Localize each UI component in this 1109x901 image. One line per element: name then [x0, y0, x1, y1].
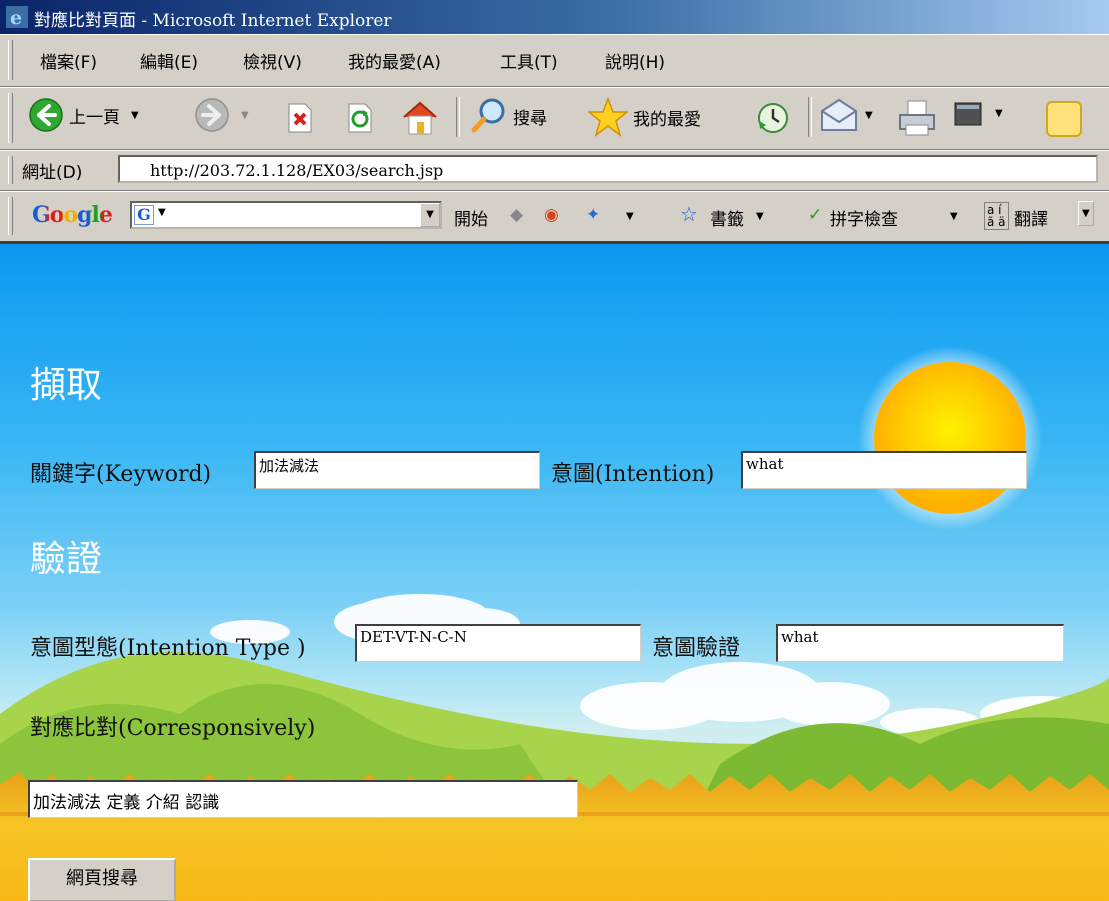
- chevron-down-icon[interactable]: ▼: [241, 110, 249, 121]
- bookmarks-button[interactable]: 書籤: [710, 205, 744, 230]
- bookmark-star-icon[interactable]: ☆: [680, 202, 698, 226]
- intention-verify-input[interactable]: what: [776, 624, 1064, 662]
- mail-button[interactable]: ▼: [818, 97, 873, 133]
- chevron-down-icon[interactable]: ▼: [865, 110, 873, 121]
- stop-icon[interactable]: [286, 103, 314, 133]
- favorites-star-icon: [588, 97, 628, 137]
- page-content: 擷取 關鍵字(Keyword) 加法減法 意圖(Intention) what …: [0, 244, 1109, 901]
- edit-button[interactable]: ▼: [952, 97, 1003, 129]
- menu-edit[interactable]: 編輯(E): [140, 48, 198, 73]
- google-g-icon[interactable]: G: [134, 205, 154, 225]
- intention-label: 意圖(Intention): [551, 462, 715, 487]
- chevron-down-icon[interactable]: ▼: [756, 211, 764, 222]
- autofill-icon[interactable]: ✦: [586, 205, 600, 225]
- search-button[interactable]: 搜尋: [470, 97, 547, 135]
- corresp-label: 對應比對(Corresponsively): [30, 716, 316, 741]
- home-icon[interactable]: [400, 99, 440, 137]
- translate-icon[interactable]: a íã ä: [984, 202, 1009, 230]
- address-bar: 網址(D) http://203.72.1.128/EX03/search.js…: [0, 150, 1109, 191]
- menu-help[interactable]: 說明(H): [605, 48, 665, 73]
- window-title: 對應比對頁面 - Microsoft Internet Explorer: [34, 11, 392, 31]
- popup-blocker-icon[interactable]: ◉: [544, 205, 559, 225]
- history-icon[interactable]: [756, 101, 790, 135]
- intention-type-input[interactable]: DET-VT-N-C-N: [355, 624, 641, 662]
- ie-logo-icon: e: [6, 6, 28, 28]
- spellcheck-button[interactable]: 拼字檢查: [830, 205, 898, 230]
- link-icon: ◆: [510, 205, 524, 225]
- back-label: 上一頁: [69, 107, 120, 128]
- search-label: 搜尋: [513, 108, 547, 129]
- chevron-down-icon[interactable]: ▼: [950, 211, 958, 222]
- mail-icon: [821, 98, 857, 131]
- menu-view[interactable]: 檢視(V): [243, 48, 302, 73]
- google-toolbar: Google G ▼ ▼ 開始 ◆ ◉ ✦ ▼ ☆ 書籤 ▼ ✓ 拼字檢查 ▼ …: [0, 191, 1109, 244]
- forward-arrow-icon: [195, 98, 229, 132]
- translate-button[interactable]: 翻譯: [1014, 205, 1048, 230]
- chevron-down-icon[interactable]: ▼: [995, 108, 1003, 119]
- menu-favorites[interactable]: 我的最愛(A): [348, 48, 441, 73]
- messenger-icon[interactable]: [1044, 99, 1084, 139]
- menu-tools[interactable]: 工具(T): [500, 48, 558, 73]
- google-start-button[interactable]: 開始: [454, 205, 488, 230]
- menu-file[interactable]: 檔案(F): [40, 48, 97, 73]
- edit-icon: [954, 102, 982, 126]
- forward-button[interactable]: ▼: [194, 97, 249, 133]
- favorites-label: 我的最愛: [633, 109, 701, 130]
- search-icon: [471, 98, 505, 133]
- chevron-down-icon[interactable]: ▼: [626, 211, 634, 222]
- web-search-button[interactable]: 網頁搜尋: [28, 858, 176, 901]
- chevron-down-icon[interactable]: ▼: [131, 110, 139, 121]
- capture-heading: 擷取: [30, 365, 103, 406]
- verify-heading: 驗證: [30, 539, 103, 580]
- intention-type-label: 意圖型態(Intention Type ): [30, 636, 306, 661]
- refresh-icon[interactable]: [346, 103, 374, 133]
- back-arrow-icon: [29, 98, 63, 132]
- corresp-input[interactable]: 加法減法 定義 介紹 認識: [28, 780, 578, 818]
- chevron-down-icon[interactable]: ▼: [158, 207, 166, 218]
- google-dropdown-button[interactable]: ▼: [420, 203, 440, 227]
- spellcheck-icon[interactable]: ✓: [808, 205, 822, 225]
- standard-toolbar: 上一頁 ▼ ▼ 搜尋 我的最愛 ▼ ▼: [0, 87, 1109, 150]
- back-button[interactable]: 上一頁 ▼: [28, 97, 139, 133]
- google-search-input[interactable]: G ▼ ▼: [130, 201, 442, 229]
- intention-verify-label: 意圖驗證: [652, 636, 741, 661]
- print-icon[interactable]: [896, 99, 938, 137]
- address-label: 網址(D): [22, 163, 83, 183]
- window-titlebar: e 對應比對頁面 - Microsoft Internet Explorer: [0, 0, 1109, 34]
- menu-bar: 檔案(F) 編輯(E) 檢視(V) 我的最愛(A) 工具(T) 說明(H): [0, 34, 1109, 87]
- toolbar-overflow-button[interactable]: ▼: [1078, 201, 1094, 226]
- intention-input[interactable]: what: [741, 451, 1027, 489]
- favorites-button[interactable]: 我的最愛: [588, 97, 701, 137]
- google-logo[interactable]: Google: [32, 202, 113, 228]
- address-input[interactable]: http://203.72.1.128/EX03/search.jsp: [118, 155, 1098, 183]
- keyword-input[interactable]: 加法減法: [254, 451, 540, 489]
- svg-text:e: e: [10, 7, 22, 28]
- keyword-label: 關鍵字(Keyword): [30, 462, 212, 487]
